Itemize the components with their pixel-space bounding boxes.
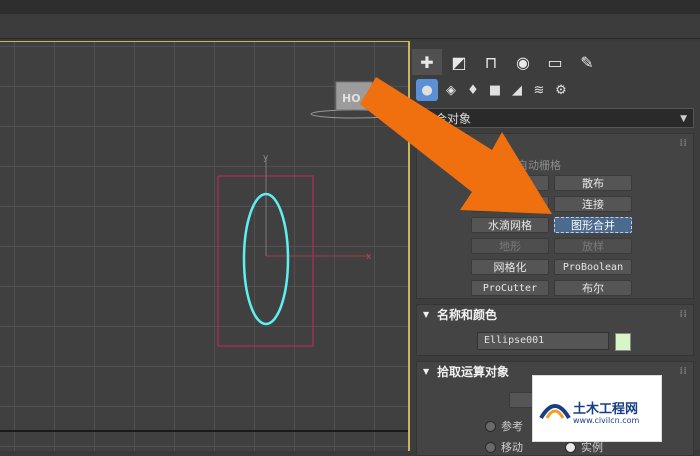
collapse-triangle-icon: ▼ bbox=[423, 139, 430, 148]
command-panel-tabs: ✚ ◩ ⊓ ◉ ▭ ✎ bbox=[410, 49, 700, 77]
name-color-title: 名称和颜色 bbox=[437, 308, 498, 322]
watermark-emblem-icon bbox=[539, 404, 571, 420]
gizmo-x-label: x bbox=[366, 252, 372, 262]
name-color-rollout: ▼ 名称和颜色 ⁞⁞ Ellipse001 bbox=[416, 304, 694, 356]
procutter-button[interactable]: ProCutter bbox=[471, 280, 549, 296]
terrain-button[interactable]: 地形 bbox=[471, 238, 549, 254]
geometry-icon[interactable]: ● bbox=[416, 79, 438, 101]
blobmesh-button[interactable]: 水滴网格 bbox=[471, 217, 549, 233]
utilities-tab-icon[interactable]: ✎ bbox=[572, 49, 602, 75]
object-type-rollout: ▼ ⁞⁞ 自动栅格 变形 散布 一致 连接 水滴网格 图形合并 地形 放样 网格… bbox=[416, 133, 694, 299]
grip-icon: ⁞⁞ bbox=[679, 138, 687, 149]
space-warps-icon[interactable]: ≋ bbox=[528, 79, 550, 101]
name-color-header[interactable]: ▼ 名称和颜色 ⁞⁞ bbox=[417, 305, 693, 325]
collapse-triangle-icon: ▼ bbox=[423, 310, 430, 319]
viewcube-label: HO bbox=[342, 92, 361, 105]
perspective-viewport[interactable]: y x HO bbox=[0, 41, 410, 451]
watermark-title: 土木工程网 bbox=[573, 402, 639, 417]
watermark-url: www.civilcn.com bbox=[573, 416, 640, 425]
title-bar bbox=[0, 0, 700, 14]
proboolean-button[interactable]: ProBoolean bbox=[554, 259, 632, 275]
collapse-triangle-icon: ▼ bbox=[423, 367, 430, 376]
boolean-button[interactable]: 布尔 bbox=[554, 280, 632, 296]
category-dropdown[interactable]: 复合对象 ▼ bbox=[416, 108, 694, 128]
autogrid-label: 自动栅格 bbox=[517, 159, 561, 172]
reference-radio[interactable] bbox=[485, 421, 496, 432]
connect-button[interactable]: 连接 bbox=[554, 196, 632, 212]
shapemerge-button[interactable]: 图形合并 bbox=[554, 217, 632, 233]
lights-icon[interactable]: ♦ bbox=[462, 79, 484, 101]
grip-icon: ⁞⁞ bbox=[679, 366, 687, 377]
viewport-scene: y x HO bbox=[217, 81, 400, 347]
scatter-button[interactable]: 散布 bbox=[554, 175, 632, 191]
object-type-header[interactable]: ▼ ⁞⁞ bbox=[417, 134, 693, 154]
watermark-logo: 土木工程网 www.civilcn.com bbox=[532, 375, 662, 442]
motion-tab-icon[interactable]: ◉ bbox=[508, 49, 538, 75]
move-radio[interactable] bbox=[485, 442, 496, 453]
main-toolbar bbox=[0, 14, 700, 39]
mesher-button[interactable]: 网格化 bbox=[471, 259, 549, 275]
viewcube[interactable]: HO bbox=[310, 81, 400, 119]
systems-icon[interactable]: ⚙ bbox=[550, 79, 572, 101]
viewport-divider bbox=[0, 430, 408, 432]
grip-icon: ⁞⁞ bbox=[679, 309, 687, 320]
helpers-icon[interactable]: ◢ bbox=[506, 79, 528, 101]
morph-button[interactable]: 变形 bbox=[471, 175, 549, 191]
reference-label: 参考 bbox=[501, 420, 523, 433]
instance-radio[interactable] bbox=[565, 442, 576, 453]
loft-button[interactable]: 放样 bbox=[554, 238, 632, 254]
move-label: 移动 bbox=[501, 441, 523, 454]
category-dropdown-value: 复合对象 bbox=[423, 112, 472, 126]
pick-operand-title: 拾取运算对象 bbox=[437, 365, 510, 379]
gizmo-y-label: y bbox=[263, 153, 269, 163]
object-color-swatch[interactable] bbox=[615, 333, 631, 351]
shapes-icon[interactable]: ◈ bbox=[440, 79, 462, 101]
hierarchy-tab-icon[interactable]: ⊓ bbox=[476, 49, 506, 75]
cameras-icon[interactable]: ■ bbox=[484, 79, 506, 101]
create-tab-icon[interactable]: ✚ bbox=[412, 49, 442, 75]
modify-tab-icon[interactable]: ◩ bbox=[444, 49, 474, 75]
conform-button[interactable]: 一致 bbox=[471, 196, 549, 212]
chevron-down-icon: ▼ bbox=[680, 114, 687, 124]
object-name-field[interactable]: Ellipse001 bbox=[477, 332, 609, 350]
display-tab-icon[interactable]: ▭ bbox=[540, 49, 570, 75]
category-icons: ● ◈ ♦ ■ ◢ ≋ ⚙ bbox=[410, 79, 700, 103]
